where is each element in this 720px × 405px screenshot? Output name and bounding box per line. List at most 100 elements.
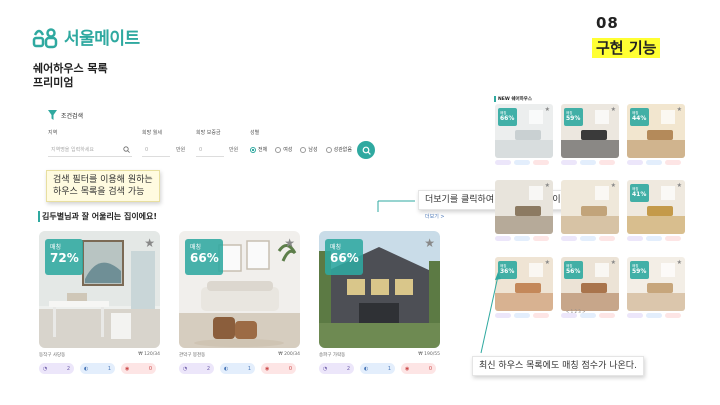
room-pill: [627, 313, 643, 318]
match-label: 매칭: [190, 244, 202, 251]
favorite-star-icon[interactable]: ★: [284, 236, 295, 250]
radio-label: 남성: [308, 147, 318, 153]
region-search-input[interactable]: 지역명을 입력하세요: [48, 143, 132, 157]
filter-header-label: 조건검색: [61, 112, 84, 120]
vacancy-pill: [665, 236, 681, 241]
slide-title: 구현 기능: [592, 38, 661, 58]
radio-label: 전체: [258, 147, 268, 153]
rent-input[interactable]: 0: [142, 143, 170, 157]
search-button[interactable]: [357, 141, 375, 159]
info-pills: [627, 160, 685, 165]
bath-pill: [646, 236, 662, 241]
radio-dot: [325, 146, 332, 153]
recommend-heading: 김두별님과 잘 어울리는 집이에요!: [38, 211, 157, 222]
latest-house-card[interactable]: ★: [495, 180, 553, 241]
rent-unit: 만원: [176, 147, 186, 153]
house-card[interactable]: 매칭 66% ★ 송파구 가락동 ₩ 190/55 ◔ 2 ◐ 1 ◉ 0: [319, 231, 440, 374]
slide-number: 08: [596, 14, 619, 32]
room-count-pill: ◔ 2: [39, 363, 74, 374]
bath-pill: [646, 313, 662, 318]
favorite-star-icon[interactable]: ★: [677, 106, 682, 113]
match-badge: 매칭 36%: [498, 261, 517, 279]
pill-value: 0: [148, 365, 152, 372]
latest-house-card[interactable]: 매칭 66% ★: [495, 104, 553, 165]
info-pills: [495, 236, 553, 241]
info-pills: [495, 160, 553, 165]
vacancy-pill: [665, 313, 681, 318]
latest-house-card[interactable]: 매칭 44% ★: [627, 104, 685, 165]
vacancy-pill: ◉ 0: [261, 363, 296, 374]
house-price: ₩ 190/55: [418, 352, 440, 357]
match-score: 66%: [500, 115, 515, 122]
match-badge: 매칭 66%: [185, 239, 223, 275]
gender-radio-male[interactable]: 남성: [300, 146, 318, 153]
bath-icon: ◐: [364, 365, 369, 372]
latest-house-card[interactable]: ★: [561, 180, 619, 241]
favorite-star-icon[interactable]: ★: [424, 236, 435, 250]
room-count-pill: ◔ 2: [179, 363, 214, 374]
vacancy-pill: [533, 160, 549, 165]
favorite-star-icon[interactable]: ★: [545, 182, 550, 189]
latest-house-card[interactable]: 매칭 41% ★: [627, 180, 685, 241]
match-badge: 매칭 66%: [325, 239, 363, 275]
match-badge: 매칭 56%: [564, 261, 583, 279]
latest-heading: NEW 쉐어하우스: [494, 96, 532, 102]
house-photo: 매칭 36% ★: [495, 257, 553, 311]
favorite-star-icon[interactable]: ★: [611, 182, 616, 189]
latest-house-card[interactable]: 매칭 59% ★: [627, 257, 685, 318]
favorite-star-icon[interactable]: ★: [611, 106, 616, 113]
favorite-star-icon[interactable]: ★: [677, 259, 682, 266]
favorite-star-icon[interactable]: ★: [545, 106, 550, 113]
house-photo: ★: [495, 180, 553, 234]
radio-dot: [275, 146, 282, 153]
pill-value: 0: [428, 365, 432, 372]
room-icon: ◔: [183, 365, 188, 372]
house-card[interactable]: 매칭 72% ★ 동작구 사당동 ₩ 120/34 ◔ 2 ◐ 1 ◉ 0: [39, 231, 160, 374]
pill-value: 1: [247, 365, 251, 372]
room-pill: [495, 236, 511, 241]
house-photo: 매칭 66% ★: [495, 104, 553, 158]
more-link[interactable]: 더보기 >: [425, 213, 445, 220]
deposit-input[interactable]: 0: [196, 143, 224, 157]
vacancy-pill: ◉ 0: [121, 363, 156, 374]
bath-pill: [514, 313, 530, 318]
radio-label: 성관없음: [333, 147, 353, 153]
pin-icon: ◉: [265, 365, 270, 372]
vacancy-pill: [599, 313, 615, 318]
match-score: 66%: [330, 251, 359, 265]
region-label: 지역: [48, 130, 58, 136]
gender-radio-female[interactable]: 여성: [275, 146, 292, 153]
room-icon: ◔: [43, 365, 48, 372]
brand-logo[interactable]: 서울메이트: [32, 24, 140, 49]
subtitle-line-1: 쉐어하우스 목록: [33, 62, 108, 75]
filter-icon: [48, 110, 57, 120]
house-location: 관악구 봉천동: [179, 353, 206, 358]
vacancy-pill: [533, 313, 549, 318]
gender-radio-all[interactable]: 전체: [250, 146, 267, 153]
bath-icon: ◐: [84, 365, 89, 372]
favorite-star-icon[interactable]: ★: [677, 182, 682, 189]
filter-header: 조건검색: [48, 110, 83, 120]
latest-house-card[interactable]: 매칭 36% ★: [495, 257, 553, 318]
pagination[interactable]: < 1 2 3 >: [566, 309, 585, 314]
latest-house-card[interactable]: 매칭 59% ★: [561, 104, 619, 165]
house-photo: 매칭 66% ★: [179, 231, 300, 348]
house-photo: 매칭 72% ★: [39, 231, 160, 348]
house-card[interactable]: 매칭 66% ★ 관악구 봉천동 ₩ 200/34 ◔ 2 ◐ 1 ◉ 0: [179, 231, 300, 374]
pill-value: 0: [288, 365, 292, 372]
radio-label: 여성: [283, 147, 293, 153]
house-photo: 매칭 66% ★: [319, 231, 440, 348]
house-location: 송파구 가락동: [319, 353, 346, 358]
bath-icon: ◐: [224, 365, 229, 372]
favorite-star-icon[interactable]: ★: [611, 259, 616, 266]
match-label: 매칭: [50, 244, 62, 251]
region-search-placeholder: 지역명을 입력하세요: [51, 147, 94, 153]
house-location: 동작구 사당동: [39, 353, 66, 358]
favorite-star-icon[interactable]: ★: [545, 259, 550, 266]
radio-dot: [300, 146, 307, 153]
match-badge: 매칭 72%: [45, 239, 83, 275]
favorite-star-icon[interactable]: ★: [144, 236, 155, 250]
gender-radio-any[interactable]: 성관없음: [325, 146, 353, 153]
pill-value: 2: [66, 365, 70, 372]
deposit-label: 희망 보증금: [196, 130, 221, 136]
